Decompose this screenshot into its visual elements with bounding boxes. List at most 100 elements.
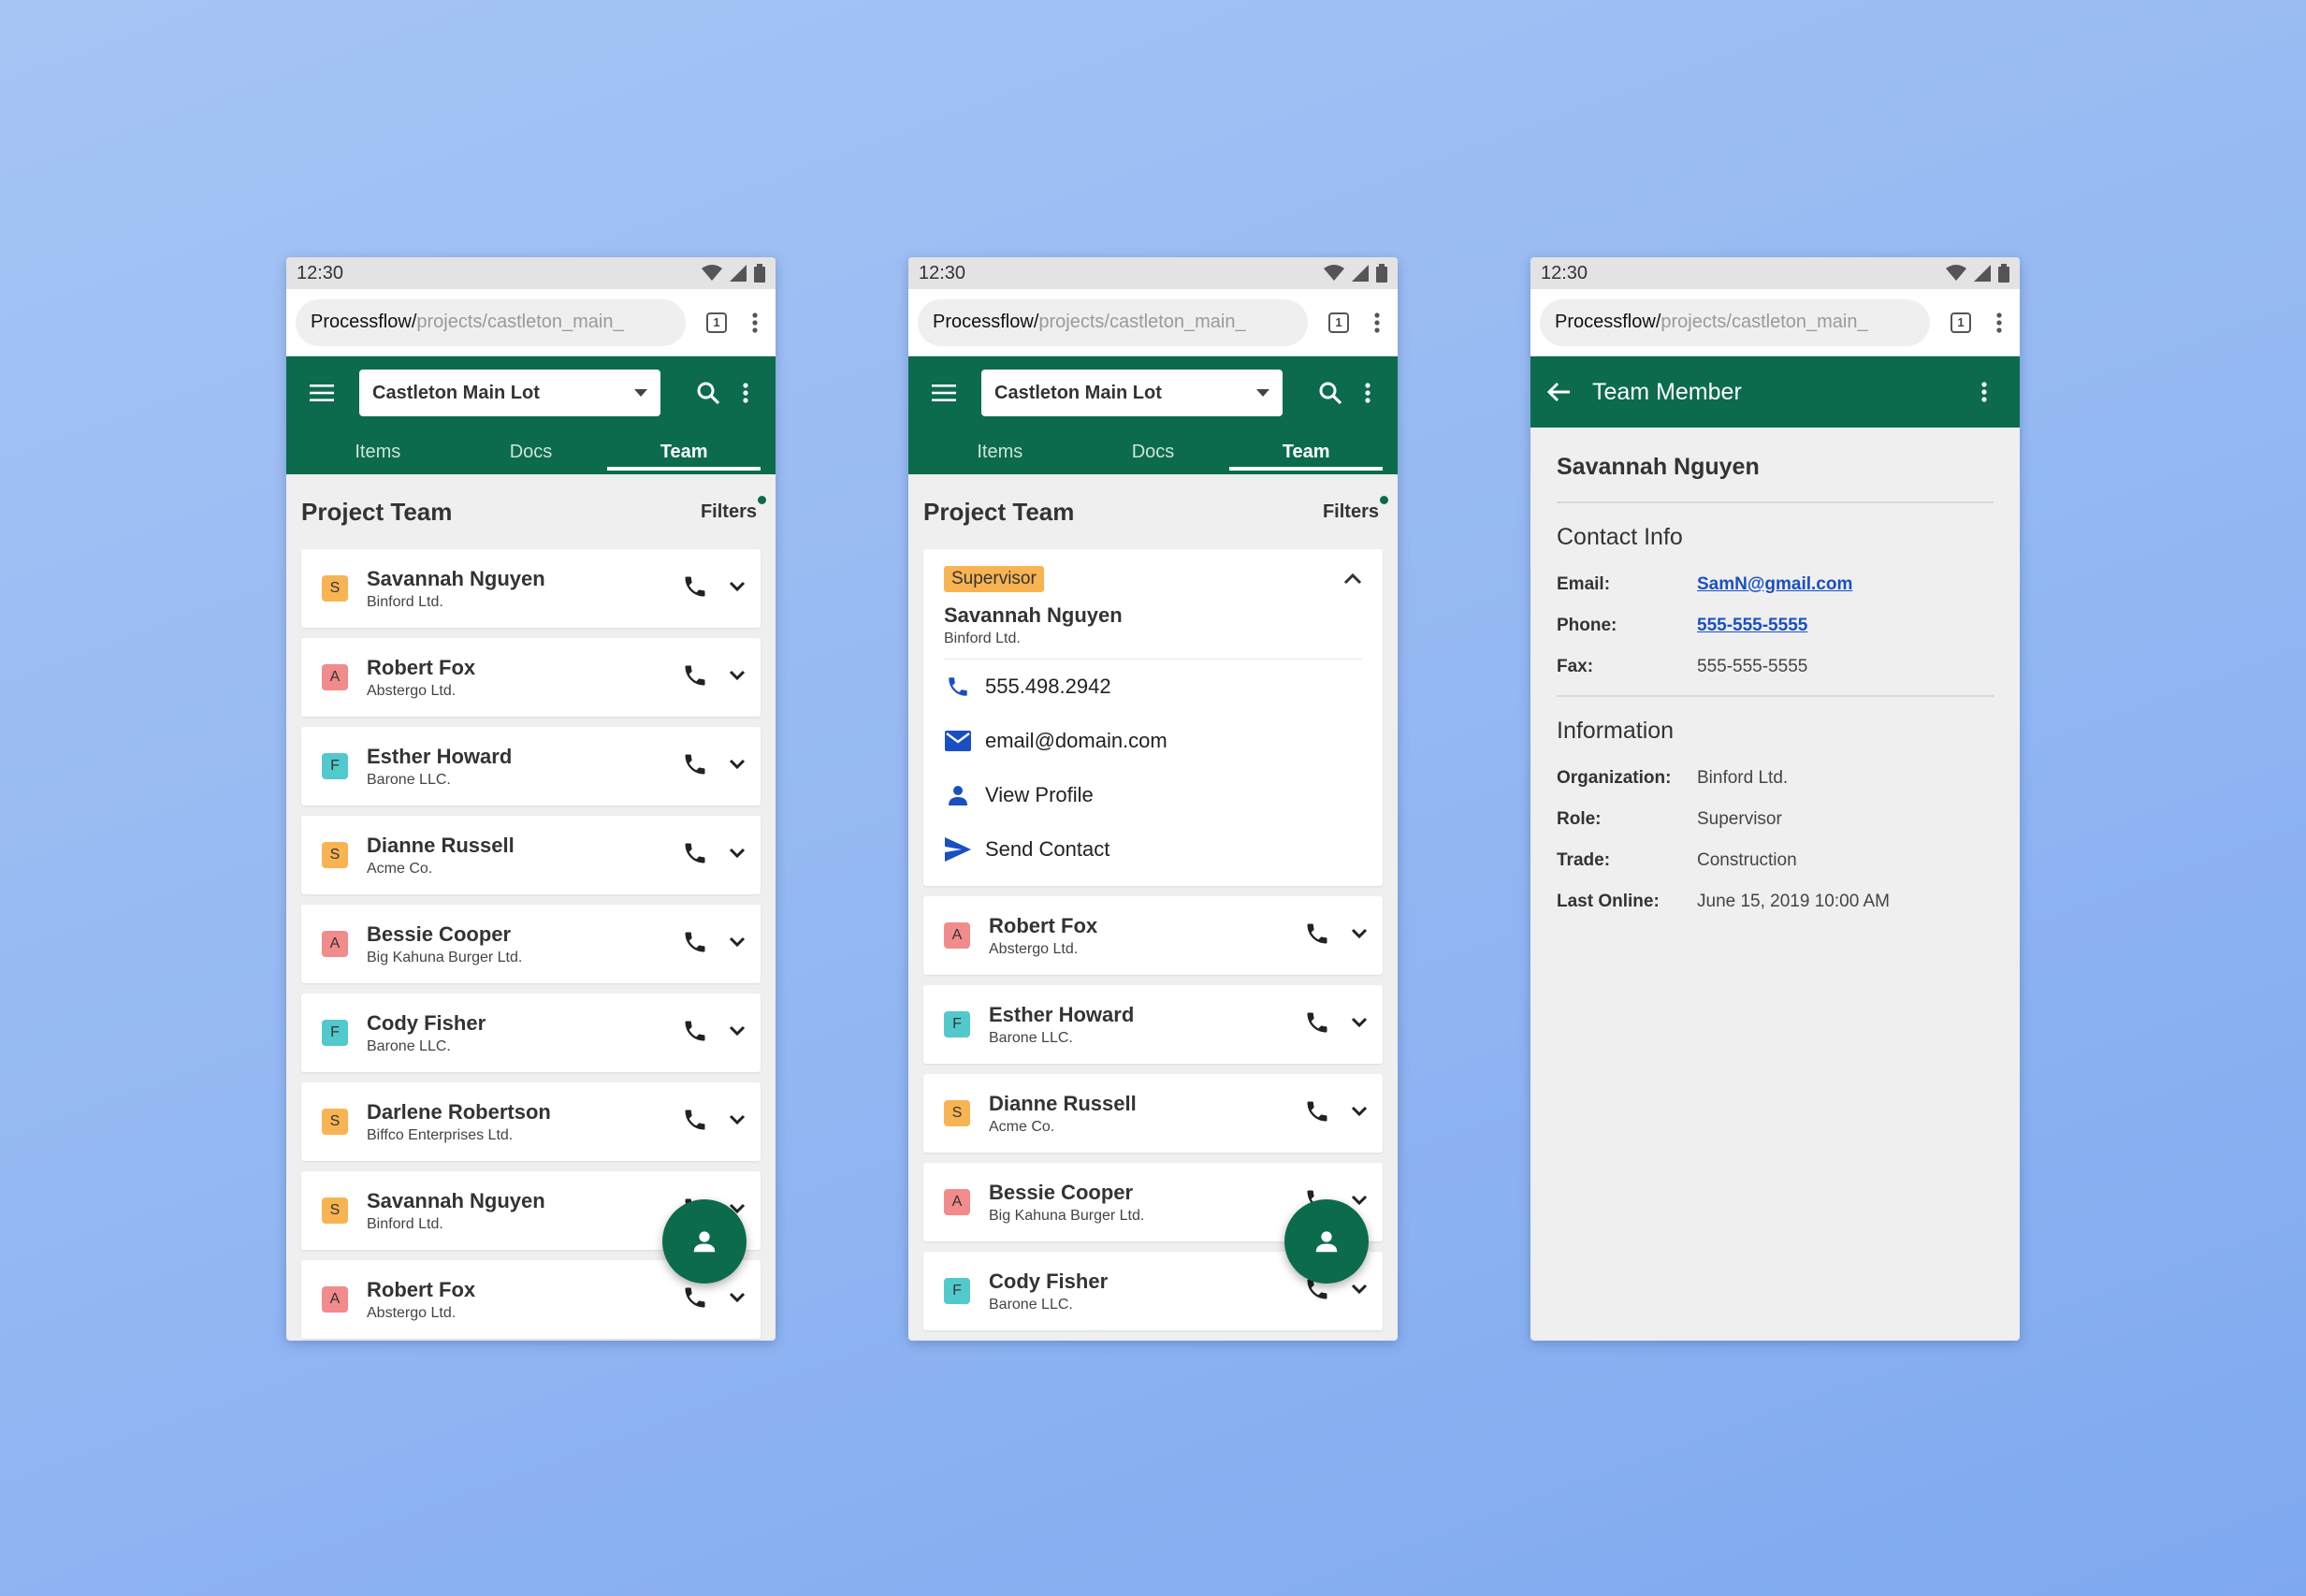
filters-label: Filters (700, 501, 757, 522)
team-member-card[interactable]: F Esther Howard Barone LLC. (301, 727, 761, 805)
tab-team[interactable]: Team (607, 429, 761, 474)
mail-icon (945, 731, 971, 751)
search-icon[interactable] (1312, 374, 1349, 412)
expand-button[interactable] (729, 669, 746, 686)
call-button[interactable] (682, 662, 708, 693)
phone-icon (685, 1287, 705, 1307)
url-host: Processflow/ (311, 312, 417, 332)
team-member-card[interactable]: S Dianne Russell Acme Co. (301, 816, 761, 894)
tab-items[interactable]: Items (301, 429, 455, 474)
member-info: Savannah Nguyen Binford Ltd. (367, 1189, 682, 1233)
browser-menu-icon[interactable] (1366, 309, 1388, 337)
filters-button[interactable]: Filters (1323, 495, 1388, 523)
trade-badge: A (944, 1189, 970, 1215)
overflow-menu-icon[interactable] (727, 374, 764, 412)
chevron-down-icon (1351, 928, 1368, 939)
status-bar: 12:30 (1530, 257, 2020, 289)
tab-team[interactable]: Team (1229, 429, 1383, 474)
detail-header: Team Member (1530, 356, 2020, 428)
phone-icon (685, 932, 705, 951)
call-button[interactable] (682, 573, 708, 604)
call-button[interactable] (1304, 1009, 1330, 1040)
tab-docs[interactable]: Docs (1077, 429, 1230, 474)
phone-icon (1307, 923, 1327, 943)
url-field[interactable]: Processflow/projects/castleton_main_ (918, 298, 1308, 346)
expand-button[interactable] (729, 580, 746, 597)
expand-button[interactable] (729, 758, 746, 775)
expand-button[interactable] (1351, 1016, 1368, 1033)
call-button[interactable] (682, 929, 708, 960)
tab-docs[interactable]: Docs (455, 429, 608, 474)
filters-button[interactable]: Filters (700, 495, 766, 523)
back-arrow-icon[interactable] (1547, 382, 1572, 402)
chevron-down-icon (729, 1292, 746, 1303)
team-member-card[interactable]: F Esther Howard Barone LLC. (923, 985, 1383, 1064)
team-member-card[interactable]: S Dianne Russell Acme Co. (923, 1074, 1383, 1153)
call-button[interactable] (682, 1018, 708, 1049)
call-phone-action[interactable]: 555.498.2942 (944, 660, 1362, 714)
call-button[interactable] (1304, 921, 1330, 951)
tab-switcher-button[interactable]: 1 (1328, 312, 1349, 333)
expand-button[interactable] (1351, 1283, 1368, 1299)
team-member-card[interactable]: A Bessie Cooper Big Kahuna Burger Ltd. (301, 905, 761, 983)
overflow-menu-icon[interactable] (1349, 374, 1386, 412)
send-email-action[interactable]: email@domain.com (944, 714, 1362, 768)
send-icon (945, 837, 971, 862)
expand-button[interactable] (1351, 1105, 1368, 1122)
member-name: Savannah Nguyen (1557, 428, 1994, 503)
tab-items[interactable]: Items (923, 429, 1077, 474)
section-title: Project Team (923, 497, 1075, 526)
role-row: Role: Supervisor (1557, 799, 1994, 840)
expand-button[interactable] (729, 1113, 746, 1130)
email-link[interactable]: SamN@gmail.com (1697, 574, 1852, 595)
browser-menu-icon[interactable] (1988, 309, 2010, 337)
battery-icon (1376, 264, 1387, 283)
team-member-card[interactable]: A Robert Fox Abstergo Ltd. (301, 638, 761, 717)
team-member-card[interactable]: S Darlene Robertson Biffco Enterprises Ltd… (301, 1082, 761, 1161)
chevron-up-icon[interactable] (1343, 573, 1362, 585)
team-member-card[interactable]: A Robert Fox Abstergo Ltd. (923, 896, 1383, 975)
project-select[interactable]: Castleton Main Lot (981, 370, 1283, 416)
expand-button[interactable] (729, 936, 746, 952)
call-button[interactable] (682, 840, 708, 871)
phone-screen-team-expanded: 12:30 Processflow/projects/castleton_mai… (908, 257, 1398, 1341)
trade-badge: S (322, 842, 348, 868)
section-title: Project Team (301, 497, 453, 526)
add-member-fab[interactable] (1284, 1199, 1369, 1284)
url-field[interactable]: Processflow/projects/castleton_main_ (296, 298, 686, 346)
send-contact-action[interactable]: Send Contact (944, 822, 1362, 877)
member-name: Robert Fox (367, 655, 476, 679)
call-button[interactable] (682, 751, 708, 782)
phone-row: Phone: 555-555-5555 (1557, 605, 1994, 646)
project-select[interactable]: Castleton Main Lot (359, 370, 660, 416)
signal-icon (1974, 265, 1991, 282)
view-profile-action[interactable]: View Profile (944, 768, 1362, 822)
url-field[interactable]: Processflow/projects/castleton_main_ (1540, 298, 1930, 346)
expand-button[interactable] (729, 1291, 746, 1308)
search-icon[interactable] (689, 374, 727, 412)
status-icons (1946, 264, 2009, 283)
email-label: Email: (1557, 574, 1611, 594)
call-button[interactable] (682, 1107, 708, 1138)
call-button[interactable] (1304, 1098, 1330, 1129)
overflow-menu-icon[interactable] (1965, 373, 2003, 411)
browser-menu-icon[interactable] (744, 309, 766, 337)
trade-badge: A (322, 1286, 348, 1313)
expand-button[interactable] (729, 847, 746, 863)
call-button[interactable] (682, 1284, 708, 1315)
add-member-fab[interactable] (662, 1199, 747, 1284)
phone-link[interactable]: 555-555-5555 (1697, 616, 1807, 636)
tab-switcher-button[interactable]: 1 (706, 312, 727, 333)
expand-button[interactable] (729, 1024, 746, 1041)
hamburger-menu-icon[interactable] (925, 374, 963, 412)
fax-label: Fax: (1557, 657, 1594, 676)
hamburger-menu-icon[interactable] (303, 374, 341, 412)
team-member-card[interactable]: F Cody Fisher Barone LLC. (301, 994, 761, 1072)
member-org: Binford Ltd. (367, 1215, 443, 1232)
tab-switcher-button[interactable]: 1 (1951, 312, 1971, 333)
team-member-card[interactable]: S Savannah Nguyen Binford Ltd. (301, 549, 761, 628)
expanded-member-card: Supervisor Savannah Nguyen Binford Ltd. … (923, 549, 1383, 886)
expand-button[interactable] (1351, 1194, 1368, 1211)
member-info: Robert Fox Abstergo Ltd. (989, 914, 1304, 958)
expand-button[interactable] (1351, 927, 1368, 944)
